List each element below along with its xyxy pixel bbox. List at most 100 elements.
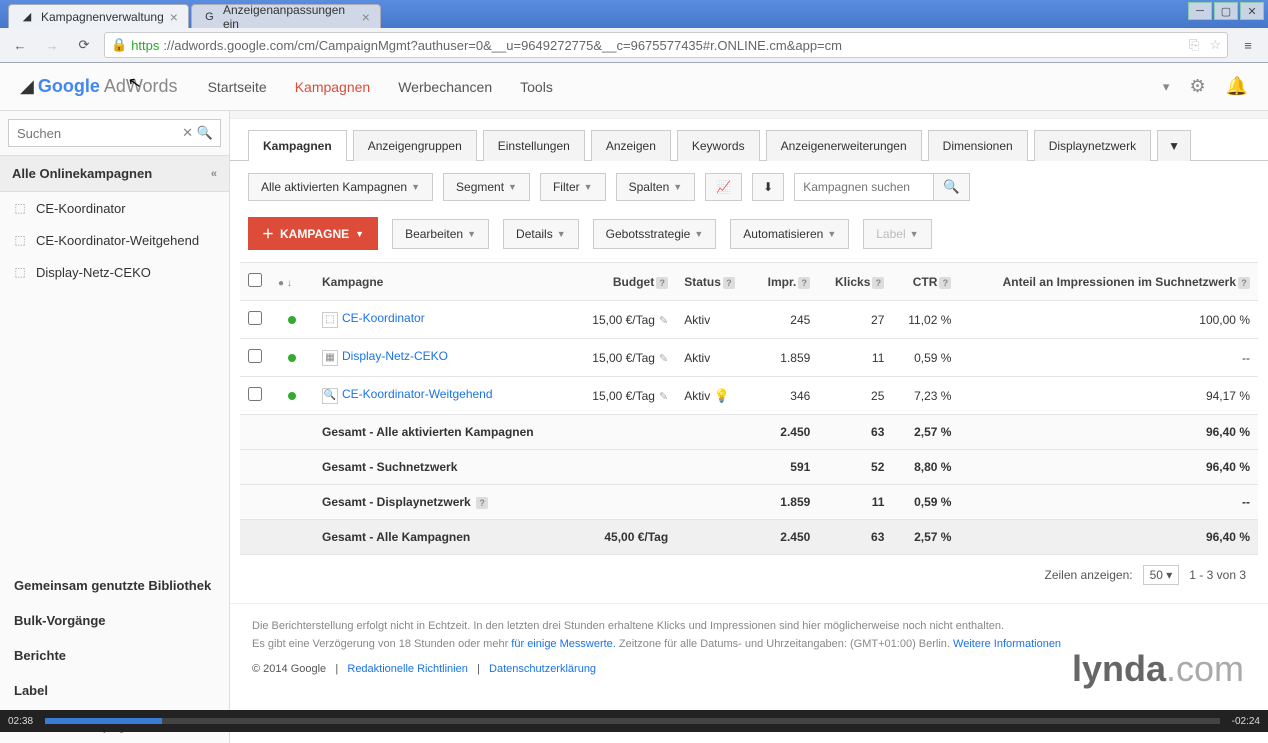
col-campaign[interactable]: Kampagne (314, 263, 572, 301)
main-tab[interactable]: Kampagnen (248, 130, 347, 161)
tab-close-icon[interactable]: × (170, 9, 178, 25)
main-tab[interactable]: Einstellungen (483, 130, 585, 161)
account-menu-icon[interactable]: ▾ (1163, 79, 1170, 95)
row-checkbox[interactable] (248, 387, 262, 401)
footer-metrics-link[interactable]: für einige Messwerte. (511, 638, 616, 650)
search-icon[interactable]: 🔍 (197, 125, 213, 141)
back-button[interactable]: ← (8, 33, 32, 57)
campaign-link[interactable]: CE-Koordinator (342, 311, 425, 325)
sidebar-section-link[interactable]: Gemeinsam genutzte Bibliothek (0, 568, 229, 603)
nav-link-werbechancen[interactable]: Werbechancen (398, 79, 492, 95)
toolbar-row-2: ＋KAMPAGNE▼ Bearbeiten▼ Details▼ Gebotsst… (230, 213, 1268, 262)
video-progress-bar[interactable] (45, 718, 1220, 724)
browser-tab-active[interactable]: ◢ Kampagnenverwaltung × (8, 4, 189, 28)
download-button[interactable]: ⬇ (752, 173, 784, 201)
sidebar-section-link[interactable]: Bulk-Vorgänge (0, 603, 229, 638)
add-campaign-button[interactable]: ＋KAMPAGNE▼ (248, 217, 378, 250)
campaign-link[interactable]: CE-Koordinator-Weitgehend (342, 387, 493, 401)
help-icon[interactable]: ? (723, 277, 735, 289)
row-checkbox[interactable] (248, 311, 262, 325)
campaign-type-icon: ⬚ (12, 264, 28, 280)
status-sort-header[interactable]: ● ↓ (278, 278, 292, 289)
notifications-bell-icon[interactable]: 🔔 (1226, 76, 1248, 97)
sidebar-section-link[interactable]: Label (0, 673, 229, 708)
main-tab[interactable]: Anzeigen (591, 130, 671, 161)
budget-value: 15,00 €/Tag (592, 389, 655, 403)
help-icon[interactable]: ? (798, 277, 810, 289)
chrome-menu-icon[interactable]: ≡ (1236, 33, 1260, 57)
select-all-checkbox[interactable] (248, 273, 262, 287)
settings-gear-icon[interactable]: ⚙ (1189, 76, 1205, 97)
columns-dropdown[interactable]: Spalten▼ (616, 173, 696, 201)
sidebar-section-link[interactable]: Berichte (0, 638, 229, 673)
main-tab[interactable]: Dimensionen (928, 130, 1028, 161)
chevron-down-icon: ▼ (508, 182, 517, 192)
campaign-filter-dropdown[interactable]: Alle aktivierten Kampagnen▼ (248, 173, 433, 201)
logo-google: Google (38, 76, 100, 96)
campaign-search-button[interactable]: 🔍 (934, 173, 970, 201)
automate-dropdown[interactable]: Automatisieren▼ (730, 219, 849, 249)
forward-button[interactable]: → (40, 33, 64, 57)
page-size-select[interactable]: 50 ▾ (1143, 565, 1180, 585)
tab-title: Kampagnenverwaltung (41, 10, 164, 24)
edit-icon[interactable]: ✎ (659, 315, 668, 327)
clear-icon[interactable]: ✕ (182, 125, 193, 141)
footer-more-info-link[interactable]: Weitere Informationen (953, 638, 1061, 650)
browser-tab-inactive[interactable]: G Anzeigenanpassungen ein × (191, 4, 381, 28)
bookmark-star-icon[interactable]: ☆ (1209, 37, 1221, 53)
col-share[interactable]: Anteil an Impressionen im Suchnetzwerk (1003, 275, 1236, 289)
collapse-icon[interactable]: « (211, 168, 217, 180)
col-klicks[interactable]: Klicks (835, 275, 870, 289)
campaign-link[interactable]: Display-Netz-CEKO (342, 349, 448, 363)
main-tab[interactable]: Displaynetzwerk (1034, 130, 1151, 161)
main-tab[interactable]: Keywords (677, 130, 760, 161)
video-player-bar: 02:38 -02:24 (0, 710, 1268, 732)
edit-icon[interactable]: ✎ (659, 391, 668, 403)
summary-row: Gesamt - Alle aktivierten Kampagnen2.450… (240, 415, 1258, 450)
main-tab[interactable]: Anzeigengruppen (353, 130, 477, 161)
chart-toggle-button[interactable]: 📈 (705, 173, 742, 201)
video-current-time: 02:38 (0, 716, 41, 727)
campaign-type-icon: 🔍 (322, 388, 338, 404)
nav-link-kampagnen[interactable]: Kampagnen (295, 79, 371, 95)
label-dropdown[interactable]: Label▼ (863, 219, 931, 249)
tab-close-icon[interactable]: × (362, 9, 370, 25)
nav-link-tools[interactable]: Tools (520, 79, 553, 95)
reload-button[interactable]: ⟳ (72, 33, 96, 57)
bidding-dropdown[interactable]: Gebotsstrategie▼ (593, 219, 717, 249)
help-icon[interactable]: ? (939, 277, 951, 289)
maximize-button[interactable]: ▢ (1214, 2, 1238, 20)
sidebar-campaign-item[interactable]: ⬚Display-Netz-CEKO (0, 256, 229, 288)
chevron-down-icon: ▼ (673, 182, 682, 192)
help-icon[interactable]: ? (1238, 277, 1250, 289)
summary-label: Gesamt - Displaynetzwerk ? (314, 485, 572, 520)
campaign-search-input[interactable] (794, 173, 934, 201)
edit-dropdown[interactable]: Bearbeiten▼ (392, 219, 489, 249)
help-icon[interactable]: ? (476, 497, 488, 509)
minimize-button[interactable]: ─ (1188, 2, 1212, 20)
close-window-button[interactable]: ✕ (1240, 2, 1264, 20)
privacy-link[interactable]: Datenschutzerklärung (489, 663, 596, 675)
edit-icon[interactable]: ✎ (659, 353, 668, 365)
lightbulb-icon[interactable]: 💡 (714, 388, 730, 403)
main-tab[interactable]: Anzeigenerweiterungen (766, 130, 922, 161)
guidelines-link[interactable]: Redaktionelle Richtlinien (347, 663, 467, 675)
segment-dropdown[interactable]: Segment▼ (443, 173, 530, 201)
filter-dropdown[interactable]: Filter▼ (540, 173, 606, 201)
url-input[interactable]: 🔒 https://adwords.google.com/cm/Campaign… (104, 32, 1228, 58)
col-impr[interactable]: Impr. (768, 275, 797, 289)
sidebar-campaign-item[interactable]: ⬚CE-Koordinator (0, 192, 229, 224)
sidebar-header[interactable]: Alle Onlinekampagnen « (0, 155, 229, 192)
col-ctr[interactable]: CTR (913, 275, 938, 289)
col-budget[interactable]: Budget (613, 275, 654, 289)
details-dropdown[interactable]: Details▼ (503, 219, 579, 249)
sidebar-campaign-item[interactable]: ⬚CE-Koordinator-Weitgehend (0, 224, 229, 256)
nav-link-startseite[interactable]: Startseite (208, 79, 267, 95)
adwords-logo[interactable]: ◢ Google AdWords (20, 76, 178, 97)
more-tabs-dropdown[interactable]: ▼ (1157, 130, 1191, 161)
row-checkbox[interactable] (248, 349, 262, 363)
extension-icon[interactable]: ⎘ (1189, 37, 1199, 53)
col-status[interactable]: Status (684, 275, 721, 289)
help-icon[interactable]: ? (656, 277, 668, 289)
help-icon[interactable]: ? (872, 277, 884, 289)
